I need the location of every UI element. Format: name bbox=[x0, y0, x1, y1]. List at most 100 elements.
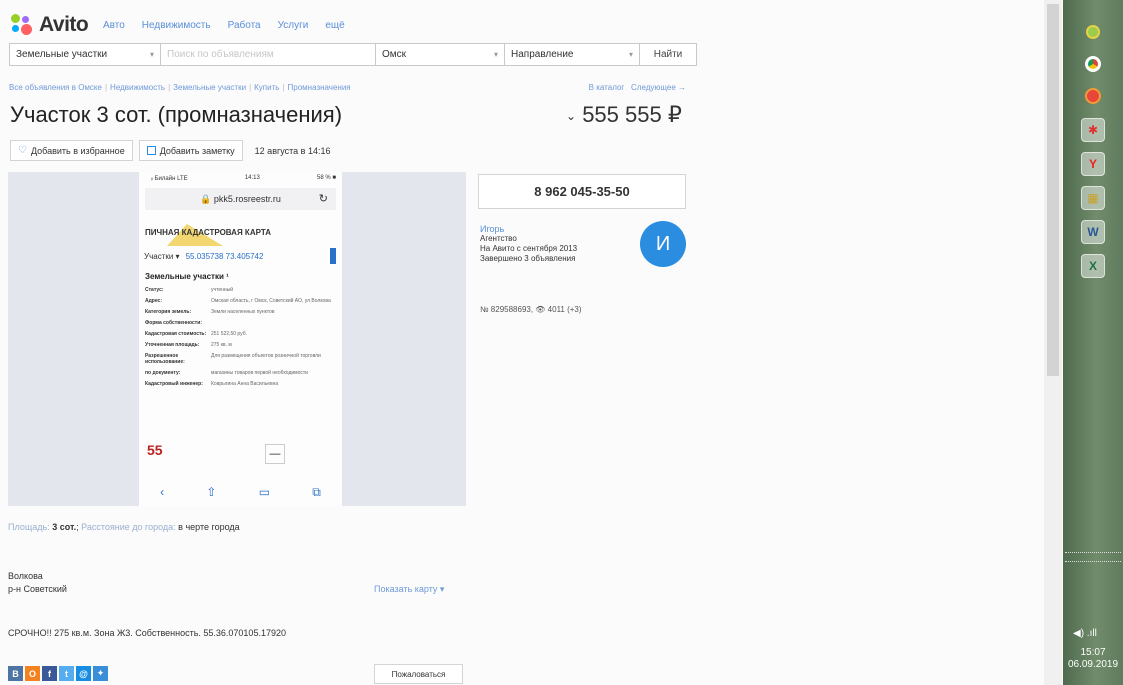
listing-date: 12 августа в 14:16 bbox=[254, 145, 331, 156]
category-value: Земельные участки bbox=[16, 49, 108, 60]
logo-dots-icon bbox=[11, 14, 33, 36]
vk-icon[interactable]: В bbox=[8, 666, 23, 681]
clock-time: 15:07 bbox=[1080, 647, 1106, 658]
top-nav: Авто Недвижимость Работа Услуги ещё bbox=[103, 20, 345, 31]
next-link[interactable]: Следующее → bbox=[631, 83, 686, 92]
seller-since: На Авито с сентября 2013 bbox=[480, 244, 578, 253]
page-scrollbar[interactable] bbox=[1044, 0, 1062, 685]
search-button[interactable]: Найти bbox=[639, 43, 697, 66]
logo-text: Avito bbox=[39, 13, 89, 36]
url-text: 🔒 pkk5.rosreestr.ru bbox=[200, 193, 281, 204]
ad-number: № 829588693, 👁 4011 (+3) bbox=[480, 305, 582, 314]
bookmarks-icon: ▭ bbox=[258, 485, 271, 499]
nav-jobs[interactable]: Работа bbox=[228, 20, 261, 31]
chrome-green-icon[interactable] bbox=[1081, 20, 1105, 44]
info-row: Статус: учтенный bbox=[145, 287, 234, 293]
breadcrumb: Все объявления в Омске | Недвижимость | Земе… bbox=[9, 83, 351, 92]
excel-icon[interactable]: X bbox=[1081, 254, 1105, 278]
windows-taskbar: ✱ Y ▦ W X ◀) .ıll 15:07 06.09.2019 bbox=[1063, 0, 1123, 685]
info-row: Кадастровая стоимость: 251 522,50 руб. bbox=[145, 331, 247, 337]
yandex-browser-icon[interactable]: Y bbox=[1081, 152, 1105, 176]
plots-section-title: Земельные участки ¹ bbox=[145, 272, 229, 281]
catalog-link[interactable]: В каталог bbox=[589, 83, 625, 92]
add-note-button[interactable]: Добавить заметку bbox=[138, 140, 243, 161]
nav-more[interactable]: ещё bbox=[325, 20, 344, 31]
search-input[interactable]: Поиск по объявлениям bbox=[160, 43, 376, 66]
taskbar-clock[interactable]: 15:07 06.09.2019 bbox=[1063, 647, 1123, 671]
info-row: Адрес: Омская область, г Омск, Советский … bbox=[145, 298, 331, 304]
chrome-icon[interactable] bbox=[1081, 52, 1105, 76]
seller-type: Агентство bbox=[480, 234, 517, 243]
info-row: Форма собственности: bbox=[145, 320, 202, 326]
chevron-down-icon: ▾ bbox=[628, 50, 633, 59]
avatar[interactable]: И bbox=[640, 221, 686, 267]
word-icon[interactable]: W bbox=[1081, 220, 1105, 244]
listing-title: Участок 3 сот. (промназначения) bbox=[10, 102, 343, 127]
crumb-buy[interactable]: Купить bbox=[254, 83, 279, 92]
tabs-icon: ⧉ bbox=[312, 485, 321, 499]
crumb-industrial[interactable]: Промназначения bbox=[288, 83, 351, 92]
nav-realty[interactable]: Недвижимость bbox=[142, 20, 211, 31]
search-bar: Земельные участки ▾ Поиск по объявлениям… bbox=[9, 43, 697, 66]
phone-screenshot: ᵢₗ Билайн LTE 14:13 58 % ■ 🔒 pkk5.rosree… bbox=[139, 172, 342, 506]
chevron-down-icon: ▾ bbox=[493, 50, 498, 59]
nav-auto[interactable]: Авто bbox=[103, 20, 125, 31]
direction-select[interactable]: Направление ▾ bbox=[504, 43, 640, 66]
battery-text: 58 % ■ bbox=[317, 175, 336, 181]
opera-icon[interactable] bbox=[1081, 84, 1105, 108]
social-share: В О f t @ ✦ bbox=[8, 666, 108, 681]
address-district: р-н Советский bbox=[8, 584, 67, 594]
area-value: 3 сот. bbox=[52, 522, 77, 532]
info-row: Кадастровый инженер: Коврыгина Анна Васил… bbox=[145, 381, 279, 387]
complain-button[interactable]: Пожаловаться bbox=[374, 664, 463, 684]
image-viewer-icon[interactable]: ▦ bbox=[1081, 186, 1105, 210]
show-map-link[interactable]: Показать карту ▾ bbox=[374, 584, 444, 595]
add-favorite-button[interactable]: ♡ Добавить в избранное bbox=[10, 140, 133, 161]
address-block: Волкова р-н Советский bbox=[8, 570, 67, 596]
scrollbar-thumb[interactable] bbox=[1047, 4, 1059, 376]
area-label: Площадь: bbox=[8, 522, 50, 532]
city-select[interactable]: Омск ▾ bbox=[375, 43, 505, 66]
params-line: Площадь: 3 сот.; Расстояние до города: в… bbox=[8, 522, 240, 532]
phone-status-bar: ᵢₗ Билайн LTE 14:13 58 % ■ bbox=[139, 172, 342, 186]
mailru-icon[interactable]: @ bbox=[76, 666, 91, 681]
crumb-all[interactable]: Все объявления в Омске bbox=[9, 83, 102, 92]
status-time: 14:13 bbox=[244, 175, 260, 181]
category-select[interactable]: Земельные участки ▾ bbox=[9, 43, 161, 66]
add-favorite-label: Добавить в избранное bbox=[30, 145, 125, 156]
livejournal-icon[interactable]: ✦ bbox=[93, 666, 108, 681]
photo-blur-left bbox=[8, 172, 139, 506]
seller-name[interactable]: Игорь bbox=[480, 224, 577, 234]
info-row: Разрешенное использование: Для размещения… bbox=[145, 353, 321, 365]
photo-blur-right bbox=[342, 172, 466, 506]
twitter-icon[interactable]: t bbox=[59, 666, 74, 681]
listing-photo[interactable]: ᵢₗ Билайн LTE 14:13 58 % ■ 🔒 pkk5.rosree… bbox=[8, 172, 466, 506]
seller-info: Игорь Агентство На Авито с сентября 2013… bbox=[480, 224, 577, 264]
show-phone-button[interactable]: 8 962 045-35-50 bbox=[478, 174, 686, 209]
avito-logo[interactable]: Avito bbox=[11, 13, 89, 37]
price-value: 555 555 ₽ bbox=[582, 102, 682, 127]
phone-toolbar: ‹ ⇧ ▭ ⧉ bbox=[139, 485, 342, 500]
coordinates-row: Участки ▾ 55.035738 73.405742 bbox=[139, 248, 342, 264]
volume-network-icon[interactable]: ◀) .ıll bbox=[1073, 628, 1097, 639]
chevron-down-icon: ▾ bbox=[149, 50, 154, 59]
crumb-land[interactable]: Земельные участки bbox=[173, 83, 246, 92]
clock-date: 06.09.2019 bbox=[1067, 659, 1119, 670]
search-mark bbox=[330, 248, 336, 264]
info-row: Категория земель: Земли населенных пункто… bbox=[145, 309, 275, 315]
crumb-realty[interactable]: Недвижимость bbox=[110, 83, 165, 92]
reload-icon: ↻ bbox=[318, 193, 328, 205]
note-icon bbox=[146, 146, 156, 155]
pinned-app-icon[interactable]: ✱ bbox=[1081, 118, 1105, 142]
coord-label: Участки ▾ bbox=[144, 251, 180, 261]
price-chevron-icon[interactable]: ⌄ bbox=[566, 109, 576, 123]
listing-price: ⌄ 555 555 ₽ bbox=[566, 102, 682, 128]
listing-actions: ♡ Добавить в избранное Добавить заметку … bbox=[10, 140, 330, 161]
ok-icon[interactable]: О bbox=[25, 666, 40, 681]
distance-label: Расстояние до города: bbox=[81, 522, 176, 532]
heart-icon: ♡ bbox=[18, 145, 27, 156]
nav-services[interactable]: Услуги bbox=[278, 20, 309, 31]
address-street: Волкова bbox=[8, 571, 43, 581]
facebook-icon[interactable]: f bbox=[42, 666, 57, 681]
city-value: Омск bbox=[382, 49, 407, 60]
